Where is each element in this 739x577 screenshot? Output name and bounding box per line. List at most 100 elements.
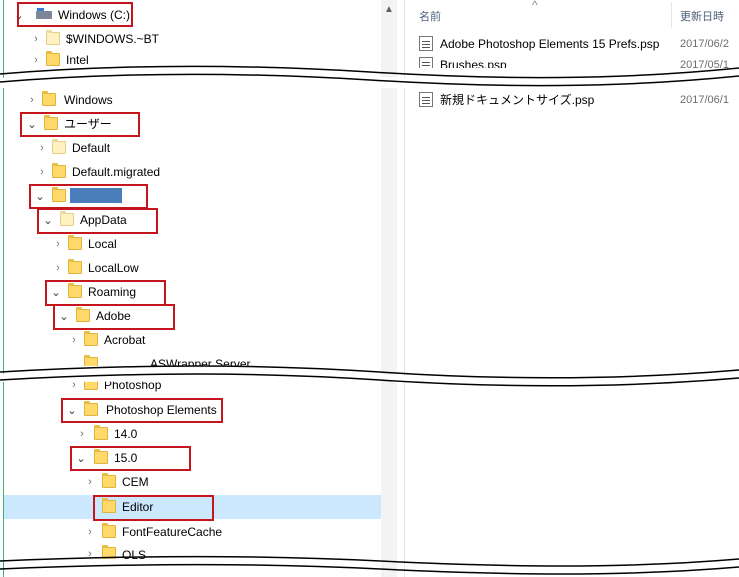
scroll-up-arrow-icon[interactable]: ▲ [381, 0, 397, 18]
folder-icon [76, 307, 90, 322]
tree-item-15[interactable]: ⌄ 15.0 [4, 446, 381, 470]
sort-indicator-icon: ^ [532, 0, 538, 12]
file-date: 2017/05/1 [680, 59, 729, 68]
chevron-right-icon[interactable]: › [51, 232, 65, 256]
folder-icon [84, 355, 98, 366]
folder-icon [42, 91, 56, 106]
chevron-down-icon[interactable]: ⌄ [12, 3, 26, 27]
tree-item-label: Local [88, 237, 117, 251]
column-header-date[interactable]: 更新日時 [680, 8, 724, 24]
tree-item-label: Default.migrated [72, 165, 161, 179]
tree-item-label: OLS [122, 548, 147, 559]
folder-icon [102, 545, 116, 559]
file-icon [419, 92, 433, 107]
tree-item-label: Editor [122, 500, 154, 514]
folder-icon [102, 498, 116, 513]
file-name: 新規ドキュメントサイズ.psp [440, 93, 595, 107]
tree-item-label: Intel [66, 53, 89, 67]
chevron-down-icon[interactable]: ⌄ [74, 446, 88, 470]
tree-item-label: ユーザー [64, 117, 112, 131]
folder-icon [60, 211, 74, 226]
tree-item-label: 14.0 [114, 427, 138, 441]
chevron-right-icon[interactable]: › [51, 256, 65, 280]
folder-icon [52, 187, 66, 202]
chevron-down-icon[interactable]: ⌄ [65, 398, 79, 422]
tree-item-users[interactable]: ⌄ ユーザー [4, 112, 381, 136]
tree-item-label: Windows [64, 93, 113, 107]
tree-item-user-account[interactable]: ⌄ [4, 184, 381, 208]
tree-item-label: Default [72, 141, 111, 155]
chevron-right-icon[interactable]: › [29, 48, 43, 72]
folder-icon [94, 425, 108, 440]
chevron-right-icon[interactable]: › [35, 136, 49, 160]
tree-item-label: FontFeatureCache [122, 525, 223, 539]
chevron-down-icon[interactable]: ⌄ [41, 208, 55, 232]
folder-icon [68, 259, 82, 274]
chevron-down-icon[interactable]: ⌄ [33, 184, 47, 208]
tree-item-fontfeaturecache[interactable]: › FontFeatureCache [4, 520, 381, 544]
tree-item-roaming[interactable]: ⌄ Roaming [4, 280, 381, 304]
chevron-right-icon[interactable]: › [83, 470, 97, 494]
chevron-right-icon[interactable]: › [83, 520, 97, 544]
file-name: Adobe Photoshop Elements 15 Prefs.psp [440, 37, 660, 51]
file-icon [419, 57, 433, 68]
drive-icon [36, 8, 52, 19]
chevron-down-icon[interactable]: ⌄ [57, 304, 71, 328]
tree-item-photoshop[interactable]: › Photoshop [4, 376, 381, 396]
column-separator[interactable] [671, 2, 672, 28]
chevron-right-icon[interactable]: › [83, 545, 97, 559]
chevron-right-icon[interactable]: › [67, 328, 81, 352]
tree-item-default[interactable]: › Default [4, 136, 381, 160]
folder-icon [52, 163, 66, 178]
tree-item-label: AppData [80, 213, 127, 227]
folder-icon [46, 51, 60, 66]
tree-item-acrobat[interactable]: › Acrobat [4, 328, 381, 352]
chevron-right-icon[interactable]: › [75, 422, 89, 446]
tree-item-label: Windows (C:) [58, 8, 131, 22]
file-date: 2017/06/2 [680, 38, 729, 50]
chevron-right-icon[interactable]: › [35, 160, 49, 184]
folder-icon [84, 331, 98, 346]
tree-item-label: Adobe [96, 309, 131, 323]
tree-item-label: ASWrapper Server [150, 357, 251, 366]
file-name: Brushes.psp [440, 58, 507, 68]
tree-item-14[interactable]: › 14.0 [4, 422, 381, 446]
folder-icon [46, 30, 60, 45]
tree-item-label: LocalLow [88, 261, 139, 275]
tree-item-label: 15.0 [114, 451, 138, 465]
folder-icon [84, 401, 98, 416]
folder-icon [68, 235, 82, 250]
tree-item-local[interactable]: › Local [4, 232, 381, 256]
tree-item-label: Acrobat [104, 333, 146, 347]
tree-item-locallow[interactable]: › LocalLow [4, 256, 381, 280]
column-header-name[interactable]: 名前 [419, 8, 441, 24]
tree-item-cem[interactable]: › CEM [4, 470, 381, 494]
tree-item-editor[interactable]: Editor [4, 495, 381, 519]
tree-item-ols[interactable]: › OLS [4, 545, 381, 559]
redacted-username [70, 188, 122, 203]
file-row[interactable]: Adobe Photoshop Elements 15 Prefs.psp 20… [405, 33, 739, 55]
chevron-down-icon[interactable]: ⌄ [49, 280, 63, 304]
folder-icon [102, 523, 116, 538]
file-row[interactable]: Brushes.psp 2017/05/1 [405, 54, 739, 68]
file-row[interactable]: 新規ドキュメントサイズ.psp 2017/06/1 [405, 89, 739, 111]
folder-icon [84, 376, 98, 390]
navigation-pane: ▲ ⌄ Windows (C:) › $WINDOWS.~BT › Intel … [0, 0, 405, 577]
tree-item-label: Photoshop [104, 378, 162, 392]
nav-scrollbar[interactable]: ▲ [381, 0, 397, 577]
tree-item-default-migrated[interactable]: › Default.migrated [4, 160, 381, 184]
chevron-right-icon[interactable]: › [25, 88, 39, 112]
tree-item-intel[interactable]: › Intel [4, 48, 381, 72]
tree-item-appdata[interactable]: ⌄ AppData [4, 208, 381, 232]
file-date: 2017/06/1 [680, 94, 729, 106]
tree-item-adobe[interactable]: ⌄ Adobe [4, 304, 381, 328]
tree-item-windows[interactable]: › Windows [4, 88, 381, 112]
tree-item-photoshop-elements[interactable]: ⌄ Photoshop Elements [4, 398, 381, 422]
tree-item-drive-c[interactable]: ⌄ Windows (C:) [4, 3, 381, 27]
chevron-right-icon[interactable]: › [67, 376, 81, 396]
folder-icon [44, 115, 58, 130]
tree-item-label: Photoshop Elements [106, 403, 217, 417]
folder-icon [94, 449, 108, 464]
tree-item-aswrapper-server[interactable]: ASWrapper Server [4, 352, 381, 366]
chevron-down-icon[interactable]: ⌄ [25, 112, 39, 136]
